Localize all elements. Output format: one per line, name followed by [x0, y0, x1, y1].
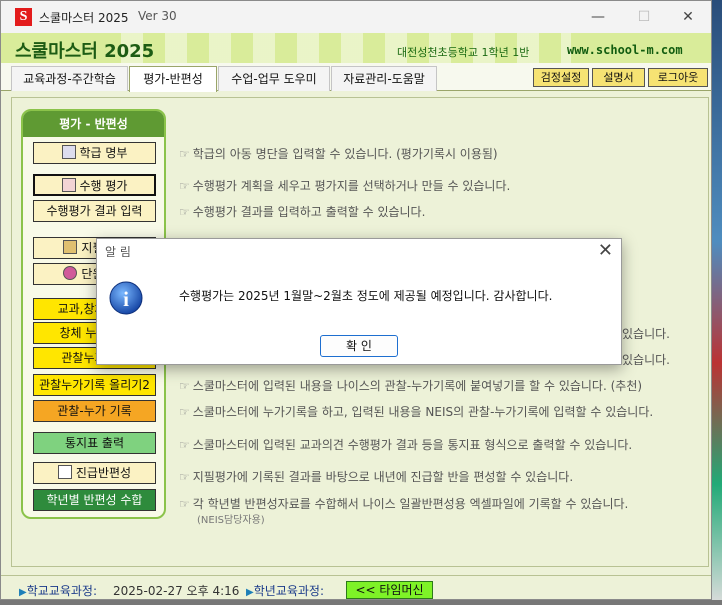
info-icon: i — [109, 281, 143, 315]
house-icon — [57, 465, 72, 479]
grade-curriculum-label: 학년교육과정: — [253, 584, 324, 598]
checklist-icon — [61, 178, 76, 192]
pointing-hand-icon: ☞ — [179, 470, 190, 484]
class-grouping-label: 진급반편성 — [75, 466, 132, 480]
description-text: 각 학년별 반편성자료를 수합해서 나이스 일괄반편성용 엑셀파일에 기록할 수… — [192, 497, 629, 511]
verify-settings-button[interactable]: 검정설정 — [533, 68, 589, 87]
description-line: ☞ 스쿨마스터에 입력된 교과의견 수행평가 결과 등을 통지표 형식으로 출력할… — [179, 436, 632, 453]
tab-data-help[interactable]: 자료관리-도움말 — [331, 66, 437, 91]
manual-button[interactable]: 설명서 — [592, 68, 645, 87]
tab-class-helper[interactable]: 수업-업무 도우미 — [218, 66, 330, 91]
ok-button[interactable]: 확 인 — [320, 335, 398, 357]
close-button[interactable]: ✕ — [665, 1, 711, 33]
description-text: 학급의 아동 명단을 입력할 수 있습니다. (평가기록시 이용됨) — [192, 147, 498, 161]
notice-dialog: 알 림 ✕ i 수행평가는 2025년 1월말~2월초 정도에 제공될 예정입니… — [96, 238, 622, 365]
observation-note-button[interactable]: 관찰-누가 기록 — [33, 400, 156, 422]
panel-title: 평가 - 반편성 — [23, 111, 164, 137]
description-line: ☞ 각 학년별 반편성자료를 수합해서 나이스 일괄반편성용 엑셀파일에 기록할 … — [179, 495, 628, 512]
pointing-hand-icon: ☞ — [179, 438, 190, 452]
desktop-background — [712, 0, 722, 605]
performance-result-button[interactable]: 수행평가 결과 입력 — [33, 200, 156, 222]
app-header: 스쿨마스터 2025 대전성천초등학교 1학년 1반 www.school-m.… — [1, 33, 711, 63]
minimize-button[interactable]: — — [575, 1, 621, 33]
time-machine-button[interactable]: << 타임머신 — [346, 581, 433, 599]
version-label: Ver 30 — [138, 9, 177, 23]
description-text: 지필평가에 기록된 결과를 바탕으로 내년에 진급할 반을 편성할 수 있습니다… — [192, 470, 574, 484]
taskbar-edge — [0, 600, 722, 605]
maximize-button[interactable]: ☐ — [621, 1, 667, 33]
website-link[interactable]: www.school-m.com — [567, 43, 683, 57]
pointing-hand-icon: ☞ — [179, 405, 190, 419]
pointing-hand-icon: ☞ — [179, 379, 190, 393]
brand-title: 스쿨마스터 2025 — [15, 41, 155, 62]
school-curriculum-label: 학교교육과정: — [26, 584, 97, 598]
dialog-title: 알 림 — [105, 245, 131, 259]
description-line: 있습니다. — [622, 325, 670, 342]
description-text: 수행평가 결과를 입력하고 출력할 수 있습니다. — [192, 205, 426, 219]
description-text: 수행평가 계획을 세우고 평가지를 선택하거나 만들 수 있습니다. — [192, 179, 511, 193]
roster-icon — [61, 145, 76, 159]
observation-upload-button[interactable]: 관찰누가기록 올리기2 — [33, 374, 156, 396]
grade-curriculum-status: ▶학년교육과정: — [246, 582, 324, 599]
description-line: ☞ 수행평가 계획을 세우고 평가지를 선택하거나 만들 수 있습니다. — [179, 177, 510, 194]
dialog-message: 수행평가는 2025년 1월말~2월초 정도에 제공될 예정입니다. 감사합니다… — [179, 289, 553, 303]
school-name: 대전성천초등학교 1학년 1반 — [397, 46, 530, 59]
description-line: ☞ 스쿨마스터에 입력된 내용을 나이스의 관찰-누가기록에 붙여넣기를 할 수 … — [179, 377, 642, 394]
class-roster-label: 학급 명부 — [79, 146, 128, 160]
report-card-button[interactable]: 통지표 출력 — [33, 432, 156, 454]
school-curriculum-date: 2025-02-27 오후 4:16 — [113, 584, 240, 598]
pointing-hand-icon: ☞ — [179, 497, 190, 511]
description-line: ☞ 스쿨마스터에 누가기록을 하고, 입력된 내용을 NEIS의 관찰-누가기록에… — [179, 403, 653, 420]
performance-eval-label: 수행 평가 — [79, 179, 128, 193]
pointing-hand-icon: ☞ — [179, 205, 190, 219]
pointing-hand-icon: ☞ — [179, 179, 190, 193]
description-line: ☞ 지필평가에 기록된 결과를 바탕으로 내년에 진급할 반을 편성할 수 있습니… — [179, 468, 573, 485]
description-text: 스쿨마스터에 입력된 내용을 나이스의 관찰-누가기록에 붙여넣기를 할 수 있… — [192, 379, 643, 393]
title-bar: S 스쿨마스터 2025 Ver 30 — ☐ ✕ — [1, 1, 711, 33]
description-text: 있습니다. — [622, 327, 670, 341]
play-arrow-icon: ▶ — [19, 587, 27, 598]
window-title: 스쿨마스터 2025 — [39, 11, 129, 25]
performance-eval-button[interactable]: 수행 평가 — [33, 174, 156, 196]
books-icon — [63, 240, 78, 254]
description-line: ☞ 학급의 아동 명단을 입력할 수 있습니다. (평가기록시 이용됨) — [179, 145, 498, 162]
tab-curriculum[interactable]: 교육과정-주간학습 — [11, 66, 128, 91]
status-bar: ▶학교교육과정: 2025-02-27 오후 4:16 ▶학년교육과정: << … — [1, 575, 711, 599]
play-arrow-icon: ▶ — [246, 587, 254, 598]
description-text: 있습니다. — [622, 353, 670, 367]
globe-icon — [63, 266, 78, 280]
app-logo-icon: S — [15, 8, 32, 26]
school-curriculum-status: ▶학교교육과정: — [19, 582, 97, 599]
class-grouping-button[interactable]: 진급반편성 — [33, 462, 156, 484]
description-line: ☞ 수행평가 결과를 입력하고 출력할 수 있습니다. — [179, 203, 425, 220]
neis-note: (NEIS담당자용) — [197, 515, 265, 526]
tab-evaluation[interactable]: 평가-반편성 — [129, 66, 217, 92]
description-line: 있습니다. — [622, 351, 670, 368]
logout-button[interactable]: 로그아웃 — [648, 68, 708, 87]
grade-grouping-collect-button[interactable]: 학년별 반편성 수합 — [33, 489, 156, 511]
class-roster-button[interactable]: 학급 명부 — [33, 142, 156, 164]
description-text: 스쿨마스터에 입력된 교과의견 수행평가 결과 등을 통지표 형식으로 출력할 … — [192, 438, 633, 452]
description-text: 스쿨마스터에 누가기록을 하고, 입력된 내용을 NEIS의 관찰-누가기록에 … — [192, 405, 654, 419]
info-icon-letter: i — [123, 287, 129, 311]
dialog-close-icon[interactable]: ✕ — [598, 240, 613, 261]
pointing-hand-icon: ☞ — [179, 147, 190, 161]
